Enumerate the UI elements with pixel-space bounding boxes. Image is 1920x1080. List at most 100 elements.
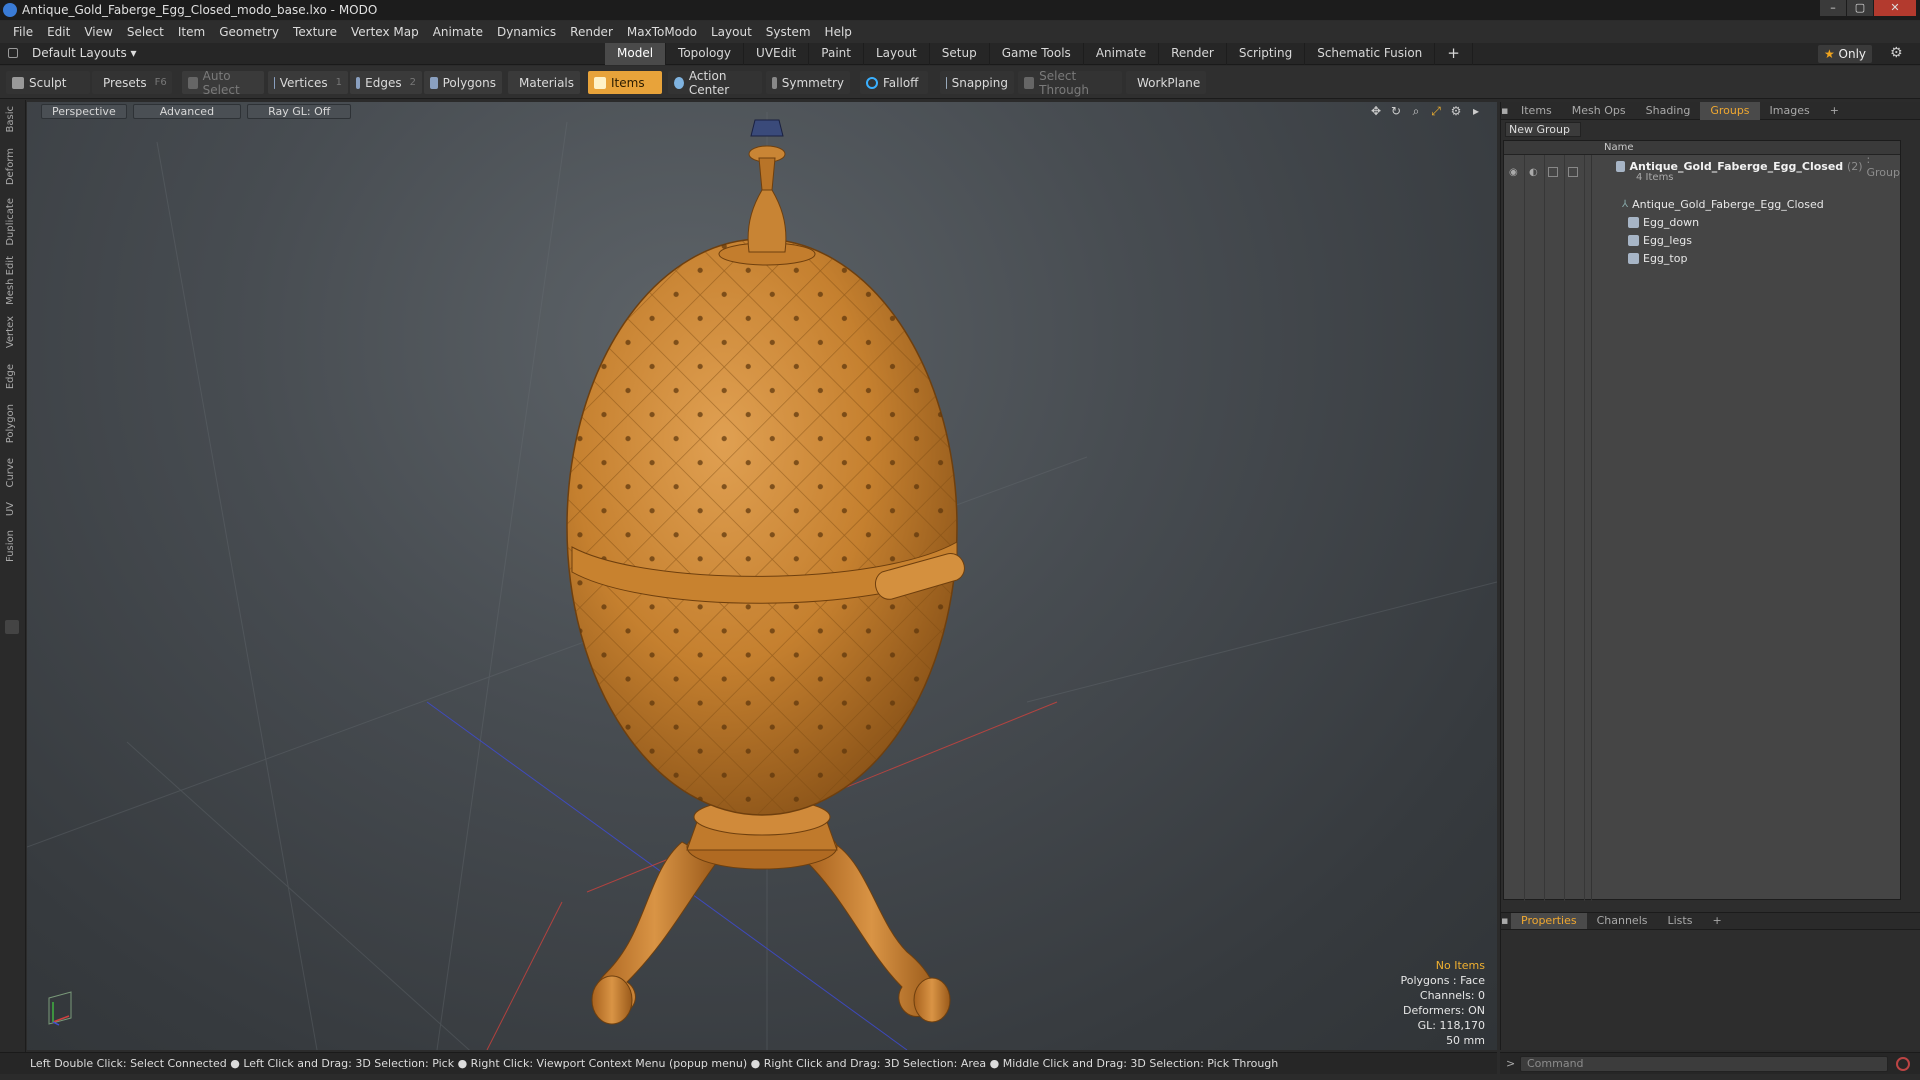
tab-properties[interactable]: Properties [1511, 913, 1587, 929]
menu-animate[interactable]: Animate [426, 25, 490, 39]
list-item[interactable]: Egg_legs [1628, 232, 1692, 248]
snapping-button[interactable]: Snapping [940, 71, 1014, 94]
default-layouts-dropdown[interactable]: Default Layouts ▾ [8, 46, 137, 60]
menu-render[interactable]: Render [563, 25, 620, 39]
menu-maxtomodo[interactable]: MaxToModo [620, 25, 704, 39]
presets-button[interactable]: Presets F6 [92, 71, 172, 94]
menu-texture[interactable]: Texture [286, 25, 344, 39]
sculpt-button[interactable]: Sculpt [6, 71, 90, 94]
3d-viewport[interactable]: Perspective Advanced Ray GL: Off ✥ ↻ ⌕ ⤢… [27, 102, 1497, 1050]
vtab-mesh-edit[interactable]: Mesh Edit [5, 256, 19, 305]
tab-groups[interactable]: Groups [1700, 101, 1760, 120]
vtab-polygon[interactable]: Polygon [5, 404, 19, 443]
tab-render[interactable]: Render [1159, 43, 1227, 65]
tab-uvedit[interactable]: UVEdit [744, 43, 810, 65]
tab-lists[interactable]: Lists [1658, 913, 1703, 929]
viewport-settings-icon[interactable]: ⚙ [1449, 104, 1463, 118]
raygl-toggle[interactable]: Ray GL: Off [247, 103, 352, 119]
materials-button[interactable]: Materials [508, 71, 580, 94]
tab-model[interactable]: Model [605, 43, 667, 65]
menu-item[interactable]: Item [171, 25, 212, 39]
list-item[interactable]: ⅄ Antique_Gold_Faberge_Egg_Closed [1622, 196, 1824, 212]
shading-dropdown[interactable]: Advanced [132, 103, 242, 119]
auto-select-button[interactable]: Auto Select [182, 69, 264, 97]
group-eye-icon[interactable]: ◉ [1509, 167, 1518, 178]
list-item[interactable]: Egg_down [1628, 214, 1699, 230]
group-select-checkbox[interactable] [1568, 167, 1578, 177]
tab-items[interactable]: Items [1511, 102, 1562, 120]
selection-info: No Items [1435, 959, 1485, 972]
vtab-duplicate[interactable]: Duplicate [5, 198, 19, 246]
record-icon[interactable] [1896, 1057, 1910, 1071]
group-item-count: 4 Items [1636, 172, 1674, 183]
polygons-info: Polygons : Face [1400, 974, 1485, 987]
tab-mesh-ops[interactable]: Mesh Ops [1562, 102, 1636, 120]
vtab-deform[interactable]: Deform [5, 148, 19, 185]
edges-button[interactable]: Edges 2 [350, 71, 422, 94]
maximize-button[interactable]: ▢ [1847, 0, 1873, 16]
menu-vertex-map[interactable]: Vertex Map [344, 25, 426, 39]
new-group-button[interactable]: New Group [1505, 122, 1581, 137]
panel-tabs: ▪ Items Mesh Ops Shading Groups Images + [1501, 101, 1920, 120]
perspective-dropdown[interactable]: Perspective [41, 103, 127, 119]
tab-animate[interactable]: Animate [1084, 43, 1160, 65]
tab-topology[interactable]: Topology [666, 43, 745, 65]
vtab-fusion[interactable]: Fusion [5, 530, 19, 562]
polygons-button[interactable]: Polygons [424, 71, 502, 94]
tab-game-tools[interactable]: Game Tools [990, 43, 1084, 65]
menu-system[interactable]: System [759, 25, 818, 39]
items-button[interactable]: Items [588, 71, 662, 94]
properties-menu-icon[interactable]: ▪ [1501, 913, 1511, 929]
menu-geometry[interactable]: Geometry [212, 25, 286, 39]
tab-layout[interactable]: Layout [864, 43, 930, 65]
group-render-icon[interactable]: ◐ [1529, 167, 1538, 178]
add-panel-tab-button[interactable]: + [1820, 102, 1849, 120]
gear-icon[interactable]: ⚙ [1890, 46, 1904, 60]
symmetry-button[interactable]: Symmetry [766, 71, 850, 94]
group-type: : Group [1866, 153, 1900, 179]
rotate-icon[interactable]: ↻ [1389, 104, 1403, 118]
menu-layout[interactable]: Layout [704, 25, 759, 39]
name-column-header[interactable]: Name [1604, 142, 1634, 153]
menu-edit[interactable]: Edit [40, 25, 77, 39]
menu-help[interactable]: Help [818, 25, 859, 39]
action-center-button[interactable]: Action Center [668, 69, 762, 97]
mesh-icon [1628, 234, 1639, 246]
select-through-button[interactable]: Select Through [1018, 69, 1122, 97]
vtab-uv[interactable]: UV [5, 502, 19, 516]
add-tab-button[interactable]: + [1435, 43, 1473, 65]
tab-paint[interactable]: Paint [809, 43, 864, 65]
close-button[interactable]: ✕ [1874, 0, 1916, 16]
only-button[interactable]: ★ Only [1818, 45, 1872, 63]
tab-shading[interactable]: Shading [1636, 102, 1701, 120]
add-properties-tab-button[interactable]: + [1702, 913, 1731, 929]
group-lock-checkbox[interactable] [1548, 167, 1558, 177]
vertices-button[interactable]: Vertices 1 [268, 71, 348, 94]
vtab-vertex[interactable]: Vertex [5, 316, 19, 348]
edges-icon [356, 76, 361, 89]
menu-file[interactable]: File [6, 25, 40, 39]
vtab-curve[interactable]: Curve [5, 458, 19, 488]
menu-view[interactable]: View [77, 25, 119, 39]
panel-menu-icon[interactable]: ▪ [1501, 102, 1511, 120]
minimize-button[interactable]: – [1820, 0, 1846, 16]
edges-shortcut: 2 [409, 77, 416, 88]
vtab-basic[interactable]: Basic [5, 106, 19, 132]
tab-schematic-fusion[interactable]: Schematic Fusion [1305, 43, 1436, 65]
strip-toggle-button[interactable] [5, 620, 19, 634]
vtab-edge[interactable]: Edge [5, 364, 19, 389]
falloff-button[interactable]: Falloff [860, 71, 928, 94]
workplane-button[interactable]: WorkPlane [1126, 71, 1206, 94]
menu-select[interactable]: Select [120, 25, 171, 39]
tab-scripting[interactable]: Scripting [1227, 43, 1306, 65]
pan-icon[interactable]: ✥ [1369, 104, 1383, 118]
viewport-menu-arrow-icon[interactable]: ▸ [1469, 104, 1483, 118]
tab-setup[interactable]: Setup [930, 43, 990, 65]
tab-images[interactable]: Images [1760, 102, 1820, 120]
fit-icon[interactable]: ⤢ [1429, 104, 1443, 118]
list-item[interactable]: Egg_top [1628, 250, 1687, 266]
menu-dynamics[interactable]: Dynamics [490, 25, 563, 39]
tab-channels[interactable]: Channels [1587, 913, 1658, 929]
zoom-icon[interactable]: ⌕ [1409, 104, 1423, 118]
command-input[interactable]: Command [1520, 1056, 1888, 1072]
